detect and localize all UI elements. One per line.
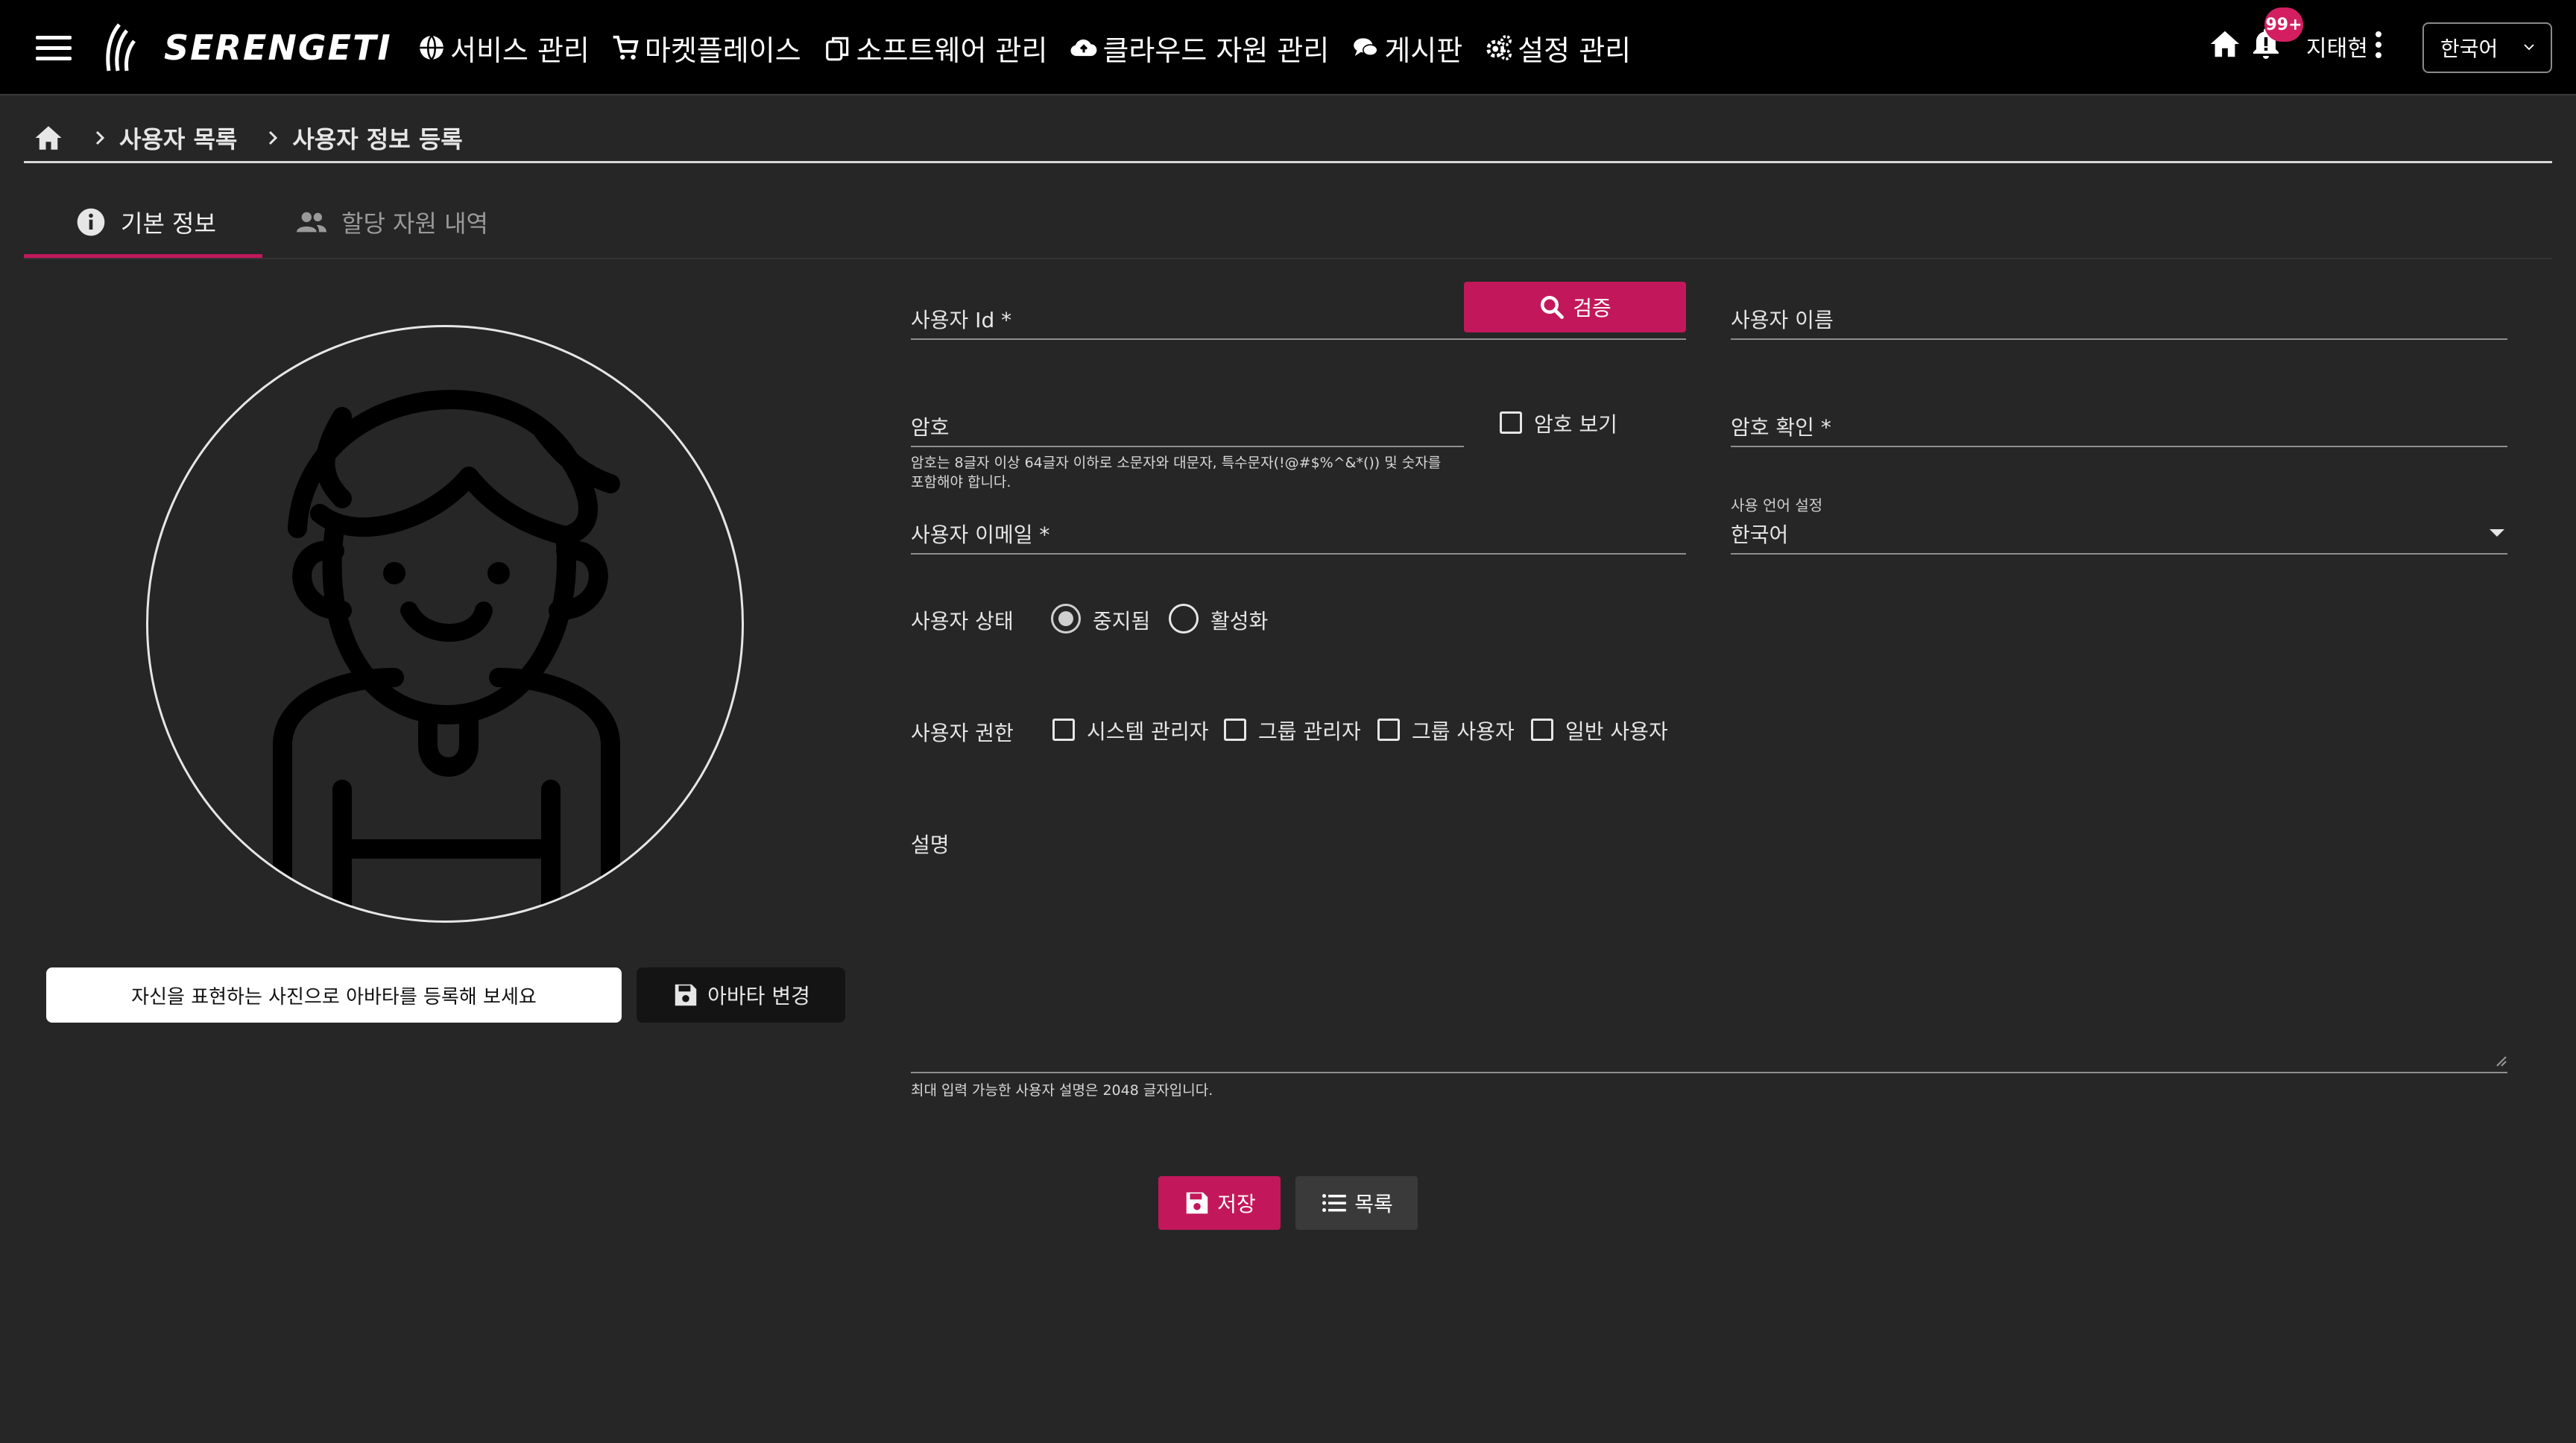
nav-label: 설정 관리 [1518, 34, 1632, 67]
nav-service-management[interactable]: 서비스 관리 [417, 28, 590, 69]
dropdown-arrow-icon[interactable] [2490, 529, 2504, 537]
breadcrumb-label: 사용자 목록 [119, 125, 238, 154]
language-setting-label: 사용 언어 설정 [1731, 496, 1823, 514]
password-input[interactable] [911, 446, 1464, 447]
nav-cloud-resource-management[interactable]: 클라우드 자원 관리 [1070, 28, 1329, 69]
user-name-input[interactable] [1731, 338, 2507, 340]
description-hint: 최대 입력 가능한 사용자 설명은 2048 글자입니다. [911, 1082, 1213, 1099]
save-button[interactable]: 저장 [1158, 1176, 1281, 1230]
role-checkbox-system-admin[interactable] [1052, 719, 1075, 741]
user-id-input[interactable] [911, 338, 1686, 340]
show-password-label[interactable]: 암호 보기 [1534, 408, 1617, 438]
breadcrumb-item-user-register[interactable]: 사용자 정보 등록 [264, 121, 463, 155]
home-icon[interactable] [2208, 27, 2242, 61]
save-label: 저장 [1217, 1192, 1256, 1216]
avatar [146, 325, 744, 923]
floppy-icon [675, 984, 697, 1006]
status-option-active[interactable]: 활성화 [1210, 605, 1268, 635]
list-button[interactable]: 목록 [1295, 1176, 1418, 1230]
email-label: 사용자 이메일 * [911, 522, 1050, 547]
breadcrumb: 사용자 목록 사용자 정보 등록 [33, 119, 490, 157]
search-icon [1541, 296, 1565, 319]
logo-text: SERENGETI [164, 28, 392, 68]
notification-badge: 99+ [2264, 7, 2303, 42]
tab-allocated-resources[interactable]: 할당 자원 내역 [297, 192, 488, 252]
breadcrumb-item-user-list[interactable]: 사용자 목록 [91, 121, 237, 155]
tab-basic-info[interactable]: 기본 정보 [76, 192, 216, 252]
status-radio-stopped[interactable] [1051, 604, 1081, 634]
role-option-general-user[interactable]: 일반 사용자 [1565, 716, 1668, 745]
avatar-hint: 자신을 표현하는 사진으로 아바타를 등록해 보세요 [46, 967, 622, 1023]
nav-marketplace[interactable]: 마켓플레이스 [612, 28, 801, 69]
language-select[interactable]: 한국어 [2422, 22, 2552, 73]
language-setting-select[interactable] [1731, 553, 2507, 555]
breadcrumb-label: 사용자 정보 등록 [292, 125, 463, 154]
resize-handle-icon[interactable] [2494, 1054, 2507, 1067]
chat-icon [1354, 38, 1378, 57]
chevron-right-icon [95, 130, 105, 145]
password-hint-line-1: 암호는 8글자 이상 64글자 이하로 소문자와 대문자, 특수문자(!@#$%… [911, 455, 1442, 471]
user-name-label: 사용자 이름 [1731, 308, 1834, 332]
role-checkbox-group-admin[interactable] [1224, 719, 1246, 741]
tab-label: 할당 자원 내역 [341, 209, 488, 238]
change-avatar-button[interactable]: 아바타 변경 [637, 967, 845, 1023]
more-vert-icon[interactable] [2373, 31, 2384, 61]
role-checkbox-group-user[interactable] [1377, 719, 1400, 741]
status-radio-active[interactable] [1169, 604, 1199, 634]
breadcrumb-home-icon[interactable] [33, 122, 64, 154]
language-select-value: 한국어 [2440, 37, 2498, 61]
list-label: 목록 [1354, 1192, 1393, 1216]
user-id-label: 사용자 Id * [911, 308, 1012, 332]
description-label: 설명 [911, 833, 950, 857]
role-label: 사용자 권한 [911, 721, 1014, 745]
menu-icon[interactable] [36, 36, 72, 61]
main-nav: 서비스 관리 마켓플레이스 소프트웨어 관리 클라우드 자원 관리 게시판 설정… [417, 22, 1653, 73]
email-input[interactable] [911, 553, 1686, 555]
password-confirm-label: 암호 확인 * [1731, 415, 1831, 440]
chevron-down-icon [2524, 44, 2534, 51]
top-navbar: SERENGETI 서비스 관리 마켓플레이스 소프트웨어 관리 클라우드 자원… [0, 0, 2576, 95]
nav-settings-management[interactable]: 설정 관리 [1485, 28, 1631, 69]
list-icon [1322, 1193, 1347, 1213]
software-icon [825, 37, 848, 61]
nav-label: 소프트웨어 관리 [856, 34, 1048, 67]
status-option-stopped[interactable]: 중지됨 [1093, 605, 1150, 635]
gears-icon [1486, 35, 1512, 60]
info-icon [77, 208, 105, 236]
nav-label: 서비스 관리 [450, 34, 590, 67]
password-confirm-input[interactable] [1731, 446, 2507, 447]
cart-icon [613, 35, 639, 60]
role-checkbox-general-user[interactable] [1531, 719, 1553, 741]
nav-software-management[interactable]: 소프트웨어 관리 [824, 28, 1048, 69]
chevron-right-icon [269, 130, 278, 145]
role-option-group-admin[interactable]: 그룹 관리자 [1258, 716, 1361, 745]
role-option-system-admin[interactable]: 시스템 관리자 [1087, 716, 1208, 745]
verify-label: 검증 [1573, 296, 1611, 321]
language-setting-value[interactable]: 한국어 [1731, 519, 1788, 549]
password-label: 암호 [911, 415, 950, 440]
nav-board[interactable]: 게시판 [1351, 28, 1462, 69]
nav-label: 클라우드 자원 관리 [1102, 34, 1330, 67]
logo[interactable]: SERENGETI [103, 18, 392, 78]
change-avatar-label: 아바타 변경 [707, 984, 810, 1008]
floppy-icon [1186, 1192, 1208, 1214]
user-avatar-icon [273, 390, 620, 921]
breadcrumb-divider [24, 161, 2552, 163]
globe-icon [420, 35, 443, 60]
tab-label: 기본 정보 [121, 209, 216, 238]
description-textarea[interactable] [911, 1072, 2507, 1073]
group-icon [297, 212, 326, 233]
username[interactable]: 지태현 [2306, 30, 2368, 63]
tabs-divider [24, 258, 2552, 259]
nav-label: 마켓플레이스 [644, 34, 801, 67]
role-option-group-user[interactable]: 그룹 사용자 [1412, 716, 1515, 745]
show-password-checkbox[interactable] [1500, 411, 1522, 434]
nav-label: 게시판 [1384, 34, 1463, 67]
password-hint-line-2: 포함해야 합니다. [911, 474, 1011, 490]
cloud-icon [1071, 39, 1097, 57]
status-label: 사용자 상태 [911, 609, 1014, 634]
verify-button[interactable]: 검증 [1464, 282, 1686, 332]
logo-icon [106, 23, 136, 72]
